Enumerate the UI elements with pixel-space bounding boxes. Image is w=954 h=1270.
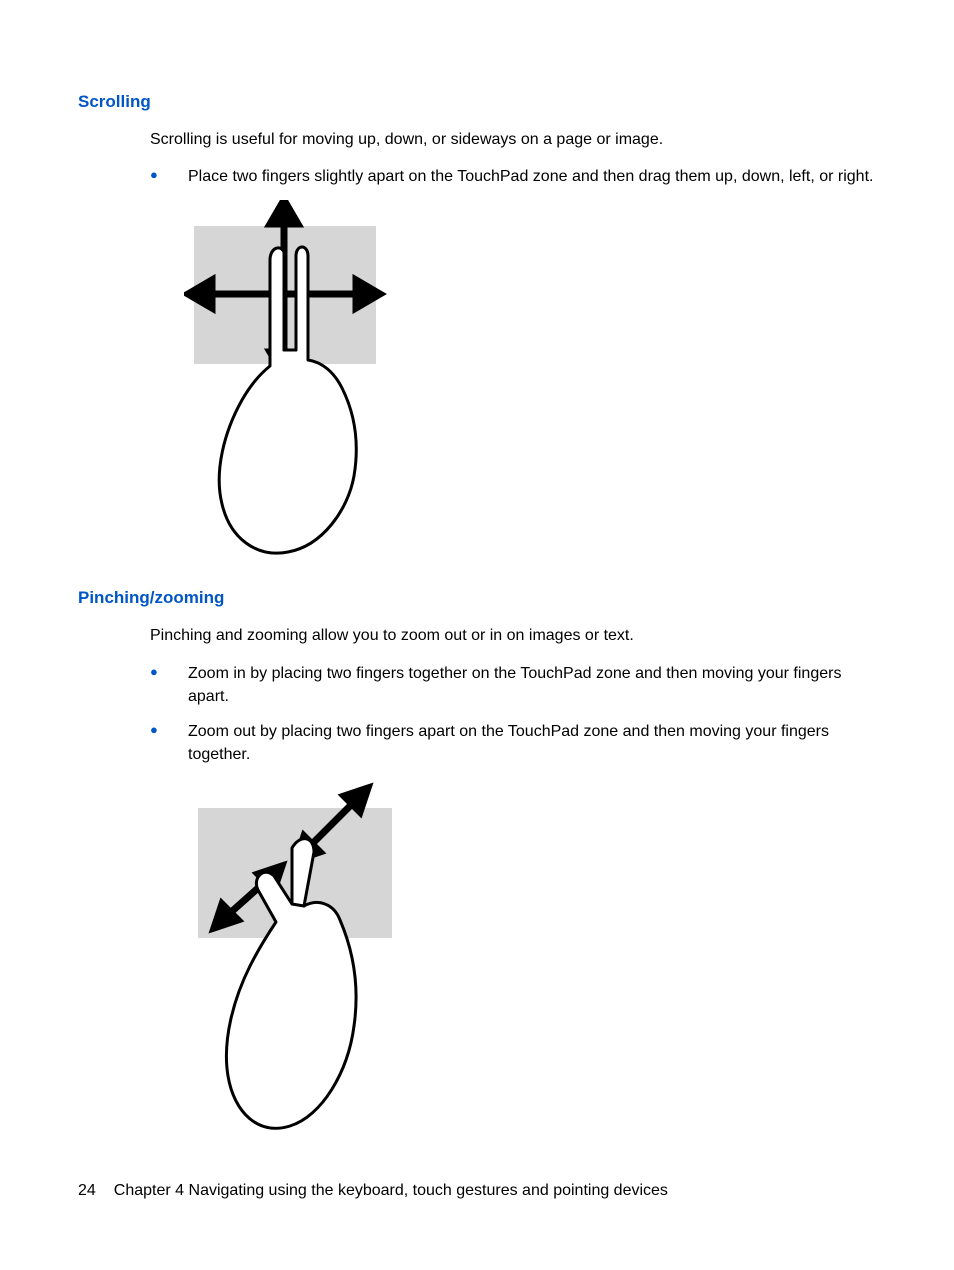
two-finger-scroll-icon (184, 200, 400, 560)
section-heading-scrolling: Scrolling (78, 92, 876, 112)
scrolling-gesture-illustration (184, 200, 876, 560)
section-heading-pinching: Pinching/zooming (78, 588, 876, 608)
page-number: 24 (78, 1182, 96, 1200)
document-page: Scrolling Scrolling is useful for moving… (0, 0, 954, 1270)
section-intro-scrolling: Scrolling is useful for moving up, down,… (150, 128, 876, 151)
bullet-list-scrolling: Place two fingers slightly apart on the … (150, 165, 876, 188)
page-footer: 24 Chapter 4 Navigating using the keyboar… (78, 1182, 876, 1200)
bullet-list-pinching: Zoom in by placing two fingers together … (150, 662, 876, 767)
list-item: Zoom out by placing two fingers apart on… (150, 720, 876, 766)
list-item: Place two fingers slightly apart on the … (150, 165, 876, 188)
chapter-title: Chapter 4 Navigating using the keyboard,… (114, 1182, 668, 1199)
pinch-zoom-icon (184, 778, 414, 1138)
section-intro-pinching: Pinching and zooming allow you to zoom o… (150, 624, 876, 647)
list-item: Zoom in by placing two fingers together … (150, 662, 876, 708)
pinch-zoom-gesture-illustration (184, 778, 876, 1138)
